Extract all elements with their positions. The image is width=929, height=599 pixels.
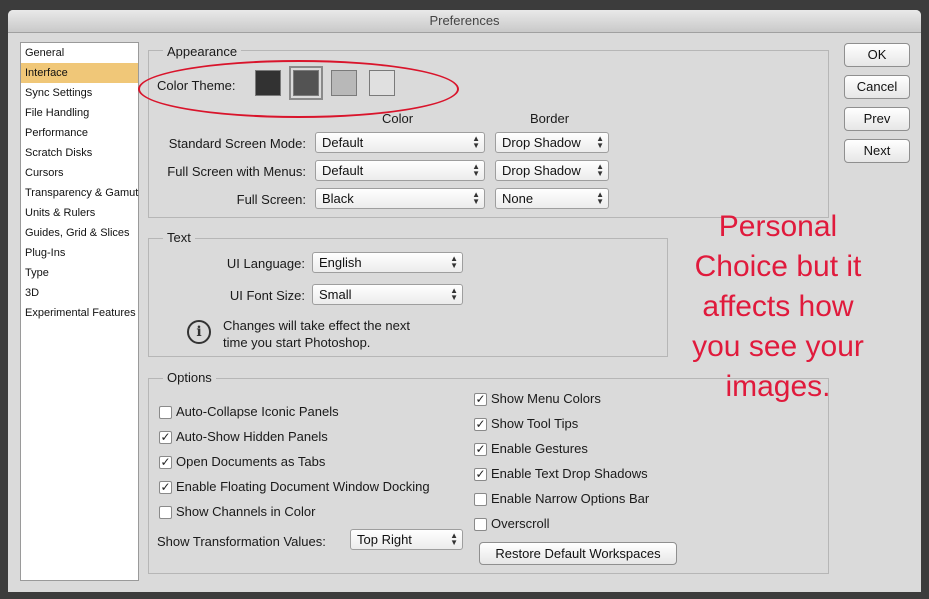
info-text-line2: time you start Photoshop. (223, 335, 371, 350)
checkbox-enable-narrow-options-bar[interactable] (474, 493, 487, 506)
checkbox-label: Enable Floating Document Window Docking (176, 479, 430, 494)
checkbox-label: Show Menu Colors (491, 391, 601, 406)
restore-default-workspaces-button[interactable]: Restore Default Workspaces (479, 542, 677, 565)
sidebar-item-type[interactable]: Type (21, 263, 138, 283)
sidebar-item-file-handling[interactable]: File Handling (21, 103, 138, 123)
ui-language-select[interactable]: English ▲ ▼ (312, 252, 463, 273)
sidebar-item-performance[interactable]: Performance (21, 123, 138, 143)
checkbox-show-channels-in-color[interactable] (159, 506, 172, 519)
annotation-line: you see your (692, 330, 864, 363)
transform-values-select[interactable]: Top Right ▲ ▼ (350, 529, 463, 550)
select-value: Black (322, 191, 354, 206)
screen-mode-border-select[interactable]: Drop Shadow ▲ ▼ (495, 132, 609, 153)
checkbox-label: Enable Gestures (491, 441, 588, 456)
sidebar-item-experimental-features[interactable]: Experimental Features (21, 303, 138, 323)
checkbox-open-documents-as-tabs[interactable]: ✓ (159, 456, 172, 469)
sidebar-item-cursors[interactable]: Cursors (21, 163, 138, 183)
sidebar: General Interface Sync Settings File Handli… (20, 42, 139, 581)
transform-values-label: Show Transformation Values: (157, 534, 326, 549)
checkbox-label: Open Documents as Tabs (176, 454, 326, 469)
checkbox-overscroll[interactable] (474, 518, 487, 531)
checkbox-auto-show-hidden-panels[interactable]: ✓ (159, 431, 172, 444)
sidebar-item-guides-grid-slices[interactable]: Guides, Grid & Slices (21, 223, 138, 243)
transform-values-value: Top Right (357, 532, 412, 547)
checkbox-auto-collapse-iconic-panels[interactable] (159, 406, 172, 419)
select-arrows-icon: ▲ ▼ (472, 134, 480, 150)
annotation-line: affects how (702, 290, 854, 323)
checkbox-show-tool-tips[interactable]: ✓ (474, 418, 487, 431)
select-value: Default (322, 135, 364, 150)
checkbox-label: Overscroll (491, 516, 550, 531)
preferences-window: Preferences General Interface Sync Setting… (8, 10, 921, 592)
annotation-line: Choice but it (694, 250, 862, 283)
ui-font-size-label: UI Font Size: (229, 288, 305, 303)
window-title: Preferences (8, 10, 921, 33)
sidebar-item-units-rulers[interactable]: Units & Rulers (21, 203, 138, 223)
checkbox-label: Auto-Show Hidden Panels (176, 429, 328, 444)
next-button[interactable]: Next (844, 139, 910, 163)
checkbox-show-menu-colors[interactable]: ✓ (474, 393, 487, 406)
checkbox-enable-text-drop-shadows[interactable]: ✓ (474, 468, 487, 481)
ok-button[interactable]: OK (844, 43, 910, 67)
checkbox-label: Show Channels in Color (176, 504, 316, 519)
sidebar-item-scratch-disks[interactable]: Scratch Disks (21, 143, 138, 163)
ui-font-size-select[interactable]: Small ▲ ▼ (312, 284, 463, 305)
select-arrows-icon: ▲ ▼ (596, 162, 604, 178)
ui-language-label: UI Language: (226, 256, 305, 271)
select-arrows-icon: ▲ ▼ (450, 531, 458, 547)
screen-mode-color-select[interactable]: Black ▲ ▼ (315, 188, 485, 209)
sidebar-item-transparency-gamut[interactable]: Transparency & Gamut (21, 183, 138, 203)
select-arrows-icon: ▲ ▼ (450, 286, 458, 302)
ui-font-size-value: Small (319, 287, 352, 302)
checkbox-label: Auto-Collapse Iconic Panels (176, 404, 339, 419)
select-arrows-icon: ▲ ▼ (450, 254, 458, 270)
ui-language-value: English (319, 255, 362, 270)
checkbox-label: Show Tool Tips (491, 416, 579, 431)
checkbox-label: Enable Narrow Options Bar (491, 491, 650, 506)
appearance-row-label: Standard Screen Mode: (168, 136, 306, 151)
appearance-row-label: Full Screen with Menus: (167, 164, 306, 179)
select-arrows-icon: ▲ ▼ (472, 190, 480, 206)
options-legend: Options (163, 370, 216, 385)
annotation-line: Personal (718, 210, 838, 243)
sidebar-item-sync-settings[interactable]: Sync Settings (21, 83, 138, 103)
select-value: Default (322, 163, 364, 178)
checkbox-label: Enable Text Drop Shadows (491, 466, 648, 481)
column-border-header: Border (530, 111, 570, 126)
select-value: Drop Shadow (502, 163, 581, 178)
annotation-text: Personal Choice but it affects how you see … (648, 207, 908, 407)
checkbox-enable-floating-document-window-docking[interactable]: ✓ (159, 481, 172, 494)
appearance-legend: Appearance (163, 44, 242, 59)
sidebar-item-plug-ins[interactable]: Plug-Ins (21, 243, 138, 263)
sidebar-item-interface[interactable]: Interface (21, 63, 138, 83)
annotation-line: images. (725, 370, 831, 403)
appearance-row-label: Full Screen: (236, 192, 306, 207)
sidebar-item-general[interactable]: General (21, 43, 138, 63)
info-icon: i (187, 320, 211, 344)
prev-button[interactable]: Prev (844, 107, 910, 131)
screen-mode-color-select[interactable]: Default ▲ ▼ (315, 132, 485, 153)
select-arrows-icon: ▲ ▼ (596, 190, 604, 206)
sidebar-item-3d[interactable]: 3D (21, 283, 138, 303)
select-value: Drop Shadow (502, 135, 581, 150)
screen-mode-color-select[interactable]: Default ▲ ▼ (315, 160, 485, 181)
highlight-ellipse (138, 60, 459, 118)
text-legend: Text (163, 230, 195, 245)
screen-mode-border-select[interactable]: None ▲ ▼ (495, 188, 609, 209)
select-value: None (502, 191, 534, 206)
screen-mode-border-select[interactable]: Drop Shadow ▲ ▼ (495, 160, 609, 181)
column-color-header: Color (382, 111, 414, 126)
checkbox-enable-gestures[interactable]: ✓ (474, 443, 487, 456)
cancel-button[interactable]: Cancel (844, 75, 910, 99)
info-text-line1: Changes will take effect the next (223, 318, 410, 333)
select-arrows-icon: ▲ ▼ (472, 162, 480, 178)
select-arrows-icon: ▲ ▼ (596, 134, 604, 150)
